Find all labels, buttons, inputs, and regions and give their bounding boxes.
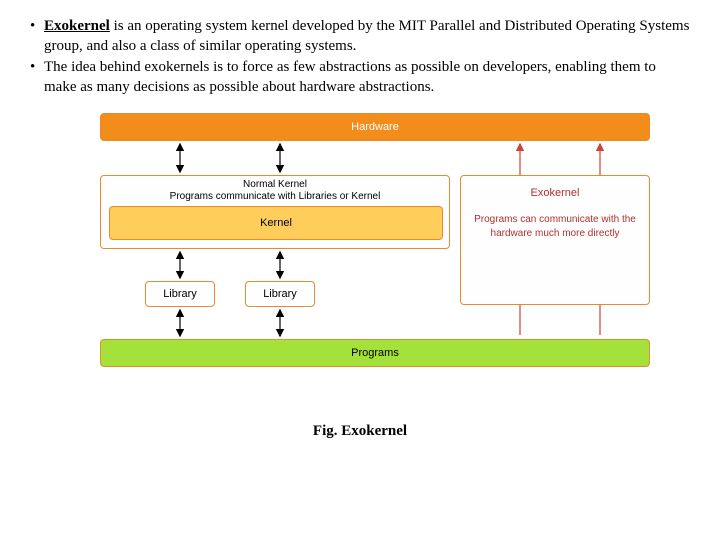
programs-label: Programs: [351, 347, 399, 359]
hardware-block: Hardware: [100, 113, 650, 141]
normal-kernel-header: Normal Kernel Programs communicate with …: [101, 179, 449, 203]
bullet-1-bold: Exokernel: [44, 18, 110, 34]
bullet-2-text: The idea behind exokernels is to force a…: [44, 59, 656, 95]
normal-kernel-title: Normal Kernel: [243, 179, 307, 190]
library-block-1: Library: [145, 281, 215, 307]
intro-text: • Exokernel is an operating system kerne…: [0, 0, 720, 105]
exokernel-desc: Programs can communicate with the hardwa…: [473, 213, 637, 241]
exokernel-diagram: Hardware Normal Kernel Programs communic…: [0, 113, 720, 403]
library-1-label: Library: [163, 288, 197, 300]
figure-caption: Fig. Exokernel: [0, 423, 720, 440]
exokernel-title: Exokernel: [473, 186, 637, 201]
bullet-2: • The idea behind exokernels is to force…: [30, 57, 690, 98]
library-block-2: Library: [245, 281, 315, 307]
programs-block: Programs: [100, 339, 650, 367]
bullet-1: • Exokernel is an operating system kerne…: [30, 16, 690, 57]
bullet-1-text: is an operating system kernel developed …: [44, 18, 689, 54]
hardware-label: Hardware: [351, 121, 399, 133]
library-2-label: Library: [263, 288, 297, 300]
kernel-label: Kernel: [260, 217, 292, 229]
exokernel-container: Exokernel Programs can communicate with …: [460, 175, 650, 305]
normal-kernel-container: Normal Kernel Programs communicate with …: [100, 175, 450, 249]
normal-kernel-subtitle: Programs communicate with Libraries or K…: [170, 191, 381, 202]
kernel-block: Kernel: [109, 206, 443, 240]
